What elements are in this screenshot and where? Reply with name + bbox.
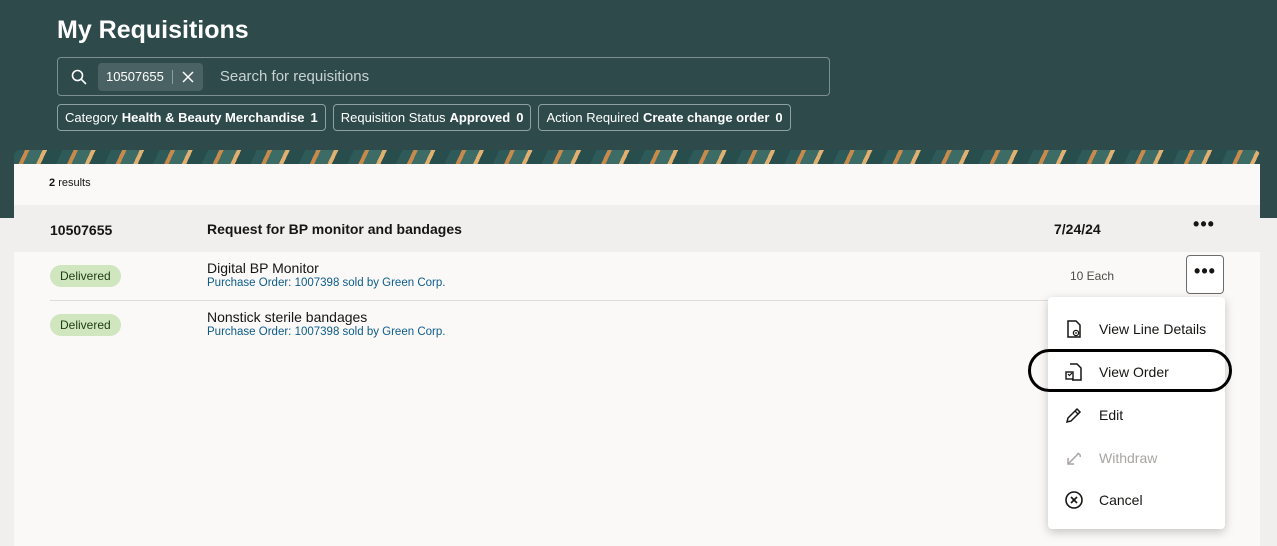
filter-chip-action-required[interactable]: Action Required Create change order 0 [538,104,791,131]
line-more-button[interactable]: ••• [1186,255,1224,294]
filter-value: Approved [449,110,511,125]
search-icon[interactable] [70,68,88,86]
status-badge: Delivered [50,265,121,287]
document-view-icon [1064,319,1084,339]
requisition-description: Request for BP monitor and bandages [207,221,462,237]
requisition-more-button[interactable]: ••• [1186,215,1222,240]
item-name[interactable]: Digital BP Monitor [207,260,319,276]
decorative-banner [14,150,1260,164]
menu-item-label: Withdraw [1099,450,1158,466]
search-chip-label: 10507655 [106,69,164,84]
search-bar[interactable]: 10507655 Search for requisitions [57,57,830,96]
menu-item-view-line-details[interactable]: View Line Details [1048,309,1225,349]
menu-item-withdraw: Withdraw [1048,438,1225,478]
purchase-order-link[interactable]: Purchase Order: 1007398 sold by Green Co… [207,326,445,338]
menu-item-edit[interactable]: Edit [1048,395,1225,435]
quantity: 10 Each [1070,269,1115,283]
filter-count: 0 [516,110,524,125]
requisition-id[interactable]: 10507655 [50,222,112,238]
filter-count: 0 [775,110,783,125]
actions-menu: View Line Details View Order Edit Withdr… [1048,297,1225,529]
close-icon[interactable] [181,70,195,84]
purchase-order-link[interactable]: Purchase Order: 1007398 sold by Green Co… [207,277,445,289]
filter-chip-requisition-status[interactable]: Requisition Status Approved 0 [332,104,532,131]
menu-item-label: View Line Details [1099,321,1207,337]
menu-item-label: Cancel [1099,492,1143,508]
menu-item-view-order[interactable]: View Order [1048,352,1225,392]
results-label: results [58,177,91,189]
search-chip: 10507655 [98,62,203,91]
page-title: My Requisitions [57,16,249,44]
undo-arrow-icon [1064,448,1084,468]
filter-value: Create change order [642,110,770,125]
filter-count: 1 [310,110,318,125]
filter-label: Action Required [546,110,639,125]
results-number: 2 [49,177,56,189]
requisition-date: 7/24/24 [1054,221,1101,237]
results-count: 2 results [49,177,91,189]
filter-value: Health & Beauty Merchandise [121,110,305,125]
menu-item-label: Edit [1099,407,1124,423]
menu-item-cancel[interactable]: Cancel [1048,480,1225,520]
filter-label: Requisition Status [340,110,446,125]
filter-chip-category[interactable]: Category Health & Beauty Merchandise 1 [57,104,326,131]
menu-item-label: View Order [1099,364,1169,380]
circle-x-icon [1064,490,1084,510]
filter-label: Category [65,110,118,125]
chip-divider [171,69,173,84]
item-name[interactable]: Nonstick sterile bandages [207,309,367,325]
status-badge: Delivered [50,314,121,336]
document-order-icon [1064,362,1084,382]
table-row[interactable]: Delivered Digital BP Monitor Purchase Or… [50,252,1224,301]
pencil-icon [1064,405,1084,425]
filter-chips: Category Health & Beauty Merchandise 1 R… [57,104,791,131]
search-input[interactable]: Search for requisitions [220,68,369,85]
